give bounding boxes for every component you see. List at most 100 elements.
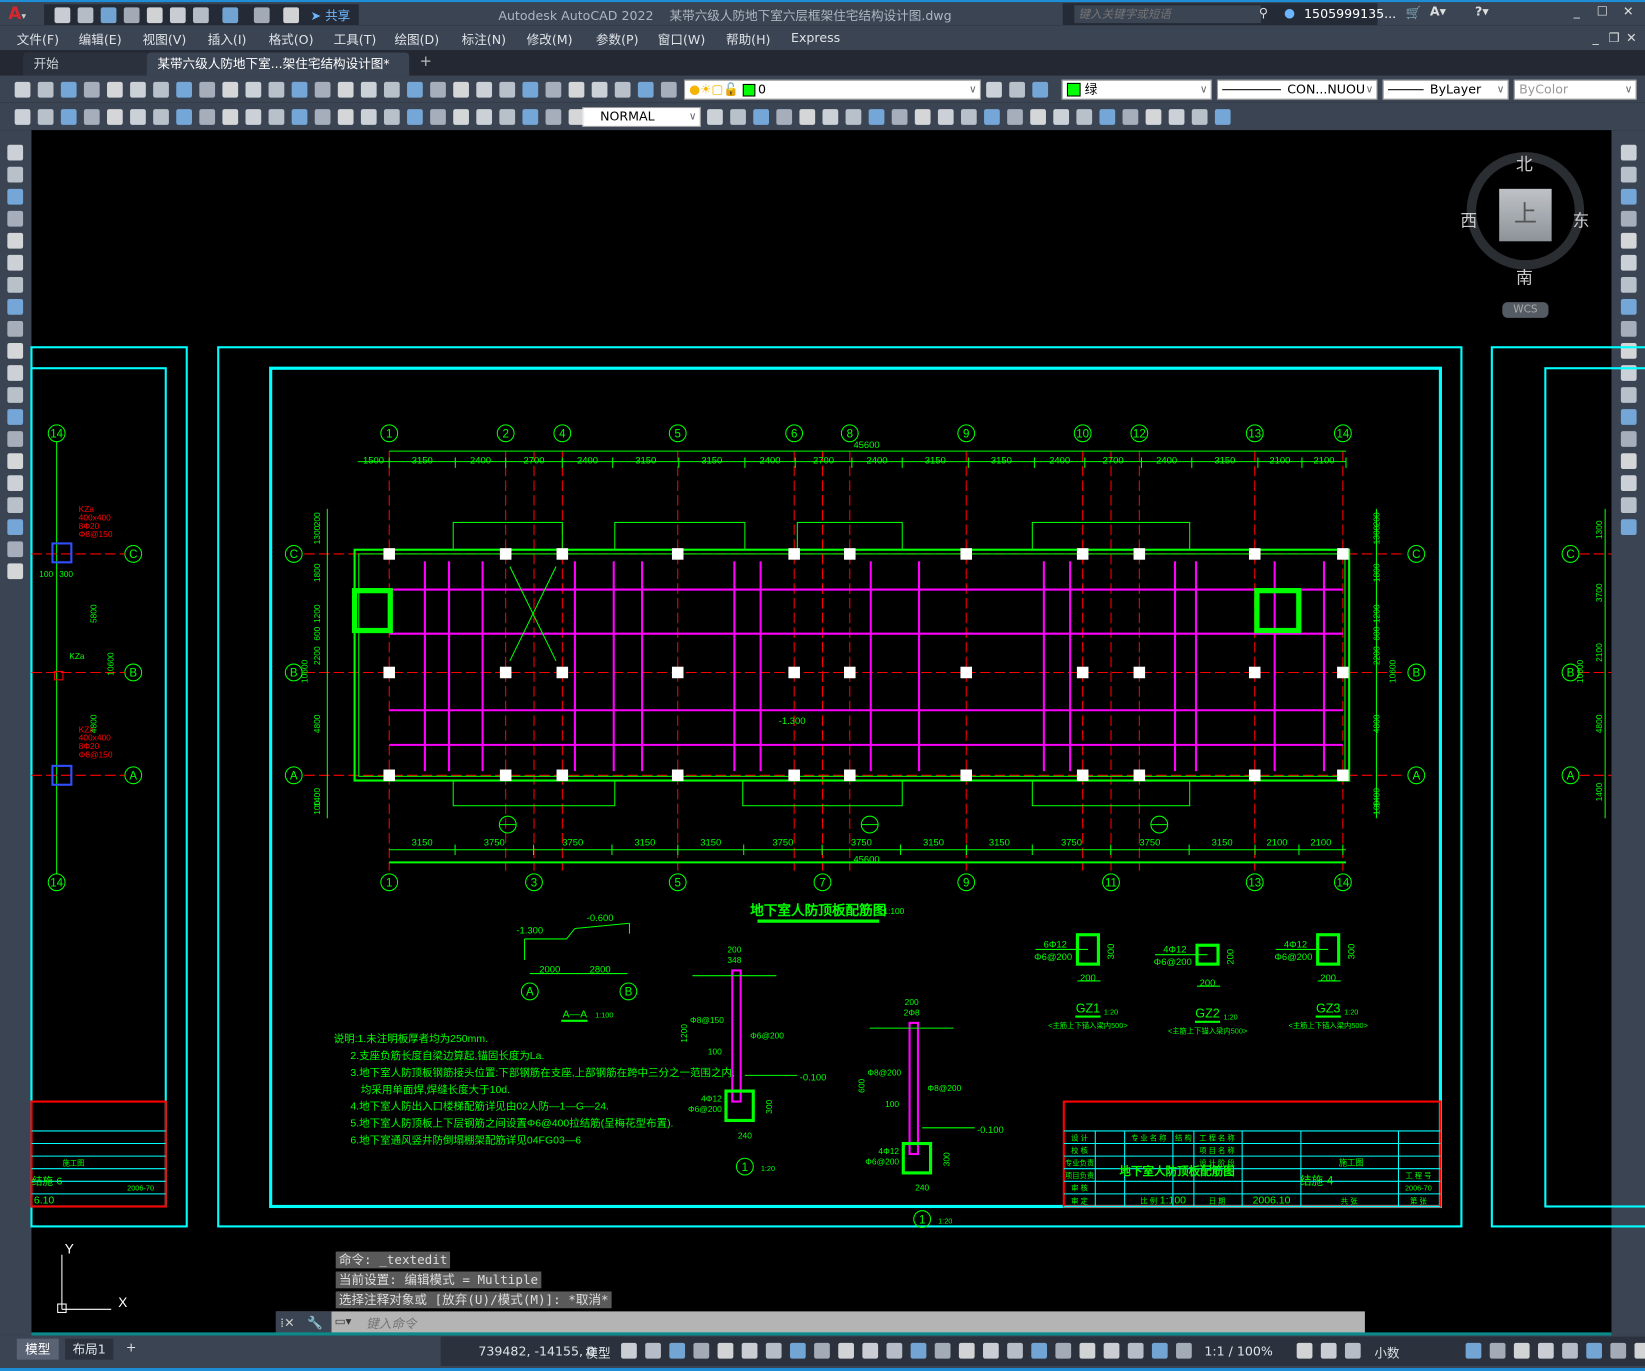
toolbar-button[interactable] (1176, 1342, 1192, 1359)
viewcube-south[interactable]: 南 (1516, 263, 1533, 288)
toolbar-button[interactable] (1151, 1342, 1168, 1359)
detail-dim: 100 (708, 1046, 722, 1056)
title-block-label: 审 定 (1071, 1196, 1088, 1205)
column-square (1133, 666, 1146, 679)
tab-layout1[interactable]: 布局1 (65, 1338, 114, 1360)
toolbar-button[interactable] (645, 1342, 661, 1359)
top-axis-label: 13 (1248, 428, 1261, 440)
detail-dim: 300 (764, 1099, 774, 1113)
detail-footing (724, 1089, 755, 1123)
gz-dim: 300 (1346, 944, 1357, 960)
close-command-icon[interactable]: ⁞✕ (280, 1316, 295, 1331)
toolbar-button[interactable] (1127, 1342, 1144, 1359)
section-scale: 1:100 (595, 1011, 613, 1020)
toolbar-button[interactable] (1465, 1342, 1482, 1359)
toolbar-button[interactable] (717, 1342, 734, 1359)
dimension-text-top: 2700 (813, 456, 834, 467)
toolbar-button[interactable] (910, 1342, 927, 1359)
gz-scale: 1:20 (1104, 1007, 1118, 1016)
toolbar-button[interactable] (1586, 1342, 1602, 1359)
tab-model[interactable]: 模型 (16, 1338, 59, 1360)
toolbar-button[interactable] (1079, 1342, 1096, 1359)
dimension-text-left: 200 (312, 512, 322, 526)
toolbar-button[interactable] (1031, 1342, 1048, 1359)
command-prompt-icon[interactable]: ▭▾ (335, 1315, 352, 1329)
toolbar-button[interactable] (1007, 1342, 1023, 1359)
left-row-axis-label: A (129, 770, 137, 782)
dimension-text-top: 2700 (523, 456, 544, 467)
column-square (1133, 769, 1146, 782)
command-history-line: 命令: _textedit (335, 1251, 451, 1269)
toolbar-button[interactable] (1610, 1342, 1627, 1359)
gz-stirrup: Φ6@200 (1034, 952, 1072, 963)
toolbar-button[interactable] (1055, 1342, 1072, 1359)
toolbar-button[interactable] (621, 1342, 637, 1359)
dimension-text-bottom: 3150 (923, 838, 944, 849)
toolbar-button[interactable] (1320, 1342, 1337, 1359)
toolbar-button[interactable] (814, 1342, 830, 1359)
tab-layout1-label: 布局1 (72, 1341, 106, 1357)
dimension-text-bottom: 3150 (1212, 838, 1233, 849)
autocad-window: A▾ ➤ 共享 Autodesk AutoCAD 2022 某带六级人防地下室六… (0, 0, 1645, 1371)
gz-note: <主筋上下锚入梁内500> (1288, 1021, 1367, 1030)
status-bar: 模型 布局1 + 739482, -14155, 0 模型 1:1 / 100%… (0, 1335, 1645, 1371)
annotation-scale[interactable]: 1:1 / 100% (1204, 1344, 1273, 1359)
coordinates-readout[interactable]: 739482, -14155, 0 (478, 1344, 595, 1359)
gz-dim: 200 (1200, 978, 1216, 989)
title-block-label: 比 例 (1140, 1196, 1157, 1205)
title-block-value: 2006.10 (1253, 1195, 1291, 1206)
toolbar-button[interactable] (838, 1342, 854, 1359)
wcs-button[interactable]: WCS (1502, 302, 1549, 318)
toolbar-button[interactable] (934, 1342, 951, 1359)
bottom-axis-label: 13 (1248, 877, 1261, 889)
command-input[interactable] (364, 1313, 1355, 1334)
toolbar-button[interactable] (1489, 1342, 1506, 1359)
top-axis-label: 14 (1336, 428, 1349, 440)
toolbar-button[interactable] (1537, 1342, 1554, 1359)
command-history-line: 选择注释对象或 [放弃(U)/模式(M)]: *取消* (335, 1291, 612, 1309)
toolbar-button[interactable] (958, 1342, 975, 1359)
units-dropdown[interactable]: 小数 (1374, 1344, 1399, 1362)
toolbar-button[interactable] (862, 1342, 879, 1359)
left-row-axis-label: C (129, 549, 137, 561)
toolbar-button[interactable] (741, 1342, 758, 1359)
toolbar-button[interactable] (1296, 1342, 1313, 1359)
gz-rebar: 4Φ12 (1163, 945, 1186, 956)
model-space-toggle[interactable]: 模型 (585, 1344, 610, 1362)
viewcube-north[interactable]: 北 (1516, 150, 1533, 175)
toolbar-button[interactable] (1562, 1342, 1578, 1359)
gz-dim: 200 (1226, 949, 1237, 965)
toolbar-button[interactable] (886, 1342, 903, 1359)
detail-rebar: Φ8@150 (690, 1015, 724, 1025)
gz-name: GZ1 (1076, 1001, 1100, 1015)
dimension-text-left: 600 (312, 626, 322, 640)
viewcube-west[interactable]: 西 (1460, 207, 1477, 232)
customize-wrench-icon[interactable]: 🔧 (307, 1316, 323, 1331)
toolbar-button[interactable] (983, 1342, 999, 1359)
shaft-wall (1254, 588, 1302, 634)
column-square (499, 548, 512, 560)
toolbar-button[interactable] (1103, 1342, 1120, 1359)
left-column (51, 542, 73, 564)
toolbar-button[interactable] (765, 1342, 782, 1359)
sheet-border-outer (1490, 346, 1645, 1228)
toolbar-button[interactable] (1634, 1342, 1645, 1359)
detail-dim: 200 (727, 945, 741, 955)
dimension-text-right: 100 (1372, 800, 1382, 814)
dimension-text-left: 1800 (312, 563, 322, 582)
add-layout-button[interactable]: + (126, 1340, 137, 1355)
elevation-mark: -1.300 (779, 716, 806, 727)
toolbar-button[interactable] (789, 1342, 806, 1359)
viewcube-east[interactable]: 东 (1573, 207, 1590, 232)
toolbar-button[interactable] (669, 1342, 686, 1359)
toolbar-button[interactable] (1513, 1342, 1530, 1359)
detail-dim: 1200 (679, 1024, 689, 1043)
detail-scale: 1:20 (938, 1216, 952, 1225)
toolbar-button[interactable] (693, 1342, 710, 1359)
drawing-canvas[interactable]: 1500 3150 2400 2700 2400 3150 3150 2400 2700 2400… (0, 0, 1645, 1371)
toolbar-button[interactable] (1344, 1342, 1361, 1359)
dimension-text-top: 2100 (1269, 456, 1290, 467)
section-dim: 2000 (539, 965, 560, 976)
column-square (671, 666, 684, 679)
viewcube-top-face[interactable]: 上 (1499, 188, 1552, 242)
